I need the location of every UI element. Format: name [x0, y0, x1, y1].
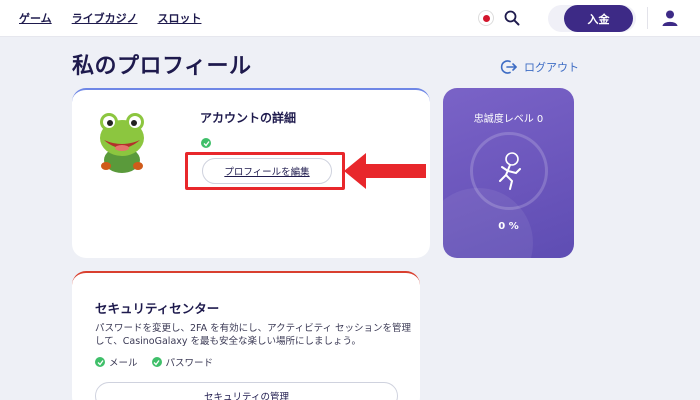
japan-flag-icon[interactable] — [478, 10, 494, 26]
header-divider — [647, 7, 648, 29]
frog-avatar — [100, 113, 144, 173]
security-center-card: セキュリティセンター パスワードを変更し、2FA を有効にし、アクティビティ セ… — [72, 271, 420, 400]
security-status-list: メール パスワード — [95, 355, 213, 369]
manage-security-button[interactable]: セキュリティの管理 — [95, 382, 398, 400]
user-icon[interactable] — [660, 8, 680, 28]
search-icon[interactable] — [503, 9, 521, 27]
deposit-button[interactable]: 入金 — [564, 5, 633, 32]
check-icon — [95, 357, 105, 367]
flag-dot — [482, 14, 490, 22]
astronaut-icon — [499, 152, 521, 190]
security-center-title: セキュリティセンター — [95, 301, 220, 316]
password-status-label: パスワード — [165, 358, 214, 369]
nav-item-live-casino[interactable]: ライブカジノ — [72, 10, 138, 26]
logout-label: ログアウト — [524, 61, 579, 74]
logout-icon — [500, 60, 517, 74]
main-nav: ゲーム ライブカジノ スロット — [19, 10, 201, 26]
verified-check-icon — [201, 138, 211, 148]
pointer-arrow-icon — [344, 153, 426, 189]
loyalty-progress-value: 0 % — [498, 221, 519, 232]
security-center-description: パスワードを変更し、2FA を有効にし、アクティビティ セッションを管理して、C… — [95, 323, 412, 347]
highlight-box — [185, 152, 345, 190]
manage-security-label: セキュリティの管理 — [204, 392, 289, 400]
logout-link[interactable]: ログアウト — [500, 59, 579, 75]
loyalty-level-title: 忠誠度レベル 0 — [473, 114, 544, 125]
email-status-label: メール — [109, 358, 138, 369]
page-title: 私のプロフィール — [72, 54, 252, 79]
password-verified-status: パスワード — [151, 355, 214, 369]
check-icon — [151, 357, 162, 367]
email-verified-status: メール — [95, 355, 138, 369]
nav-item-slots[interactable]: スロット — [157, 10, 201, 26]
loyalty-level-card[interactable]: 忠誠度レベル 0 0 % — [443, 88, 574, 258]
account-details-title: アカウントの詳細 — [200, 111, 297, 125]
account-details-card: アカウントの詳細 プロフィールを編集 — [72, 88, 430, 258]
nav-item-games[interactable]: ゲーム — [19, 10, 52, 26]
loyalty-progress-ring — [470, 132, 548, 210]
